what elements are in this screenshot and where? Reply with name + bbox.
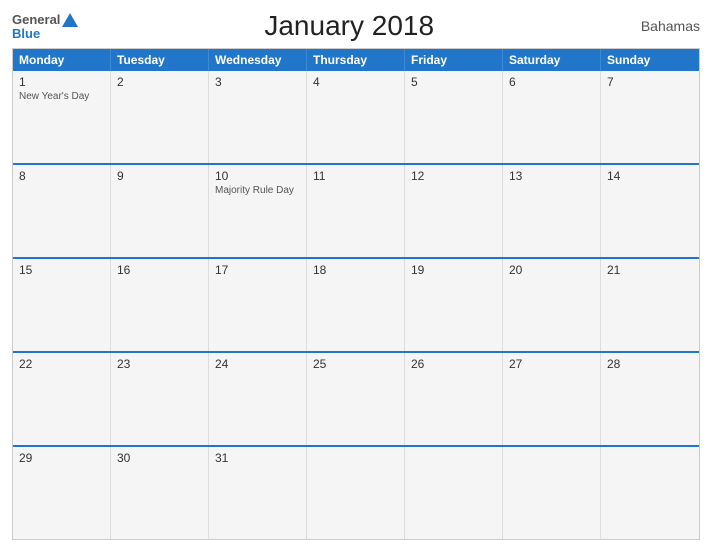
day-header-thursday: Thursday xyxy=(307,49,405,71)
day-number: 29 xyxy=(19,451,104,465)
day-number: 23 xyxy=(117,357,202,371)
day-number: 17 xyxy=(215,263,300,277)
day-cell: 12 xyxy=(405,165,503,257)
day-number: 8 xyxy=(19,169,104,183)
day-header-monday: Monday xyxy=(13,49,111,71)
day-number: 3 xyxy=(215,75,300,89)
logo: General Blue xyxy=(12,13,78,40)
day-cell: 26 xyxy=(405,353,503,445)
logo-triangle-icon xyxy=(62,13,78,27)
day-number: 1 xyxy=(19,75,104,89)
day-headers-row: MondayTuesdayWednesdayThursdayFridaySatu… xyxy=(13,49,699,71)
day-cell xyxy=(405,447,503,539)
day-cell: 9 xyxy=(111,165,209,257)
day-cell: 4 xyxy=(307,71,405,163)
day-cell: 25 xyxy=(307,353,405,445)
day-cell: 29 xyxy=(13,447,111,539)
day-number: 5 xyxy=(411,75,496,89)
day-cell: 18 xyxy=(307,259,405,351)
country-label: Bahamas xyxy=(620,18,700,34)
day-cell: 28 xyxy=(601,353,699,445)
day-cell: 19 xyxy=(405,259,503,351)
week-row-1: 1 New Year's Day 234567 xyxy=(13,71,699,163)
day-number: 28 xyxy=(607,357,693,371)
day-cell xyxy=(601,447,699,539)
day-cell: 31 xyxy=(209,447,307,539)
day-number: 2 xyxy=(117,75,202,89)
day-cell: 6 xyxy=(503,71,601,163)
day-header-saturday: Saturday xyxy=(503,49,601,71)
holiday-label: New Year's Day xyxy=(19,91,104,102)
day-number: 22 xyxy=(19,357,104,371)
weeks-container: 1New Year's Day2345678910Majority Rule D… xyxy=(13,71,699,539)
day-number: 18 xyxy=(313,263,398,277)
day-number: 19 xyxy=(411,263,496,277)
day-cell: 27 xyxy=(503,353,601,445)
day-cell: 13 xyxy=(503,165,601,257)
day-number: 11 xyxy=(313,169,398,183)
day-cell: 30 xyxy=(111,447,209,539)
day-cell: 11 xyxy=(307,165,405,257)
day-number: 31 xyxy=(215,451,300,465)
holiday-label: Majority Rule Day xyxy=(215,185,300,196)
day-cell: 22 xyxy=(13,353,111,445)
calendar-grid: MondayTuesdayWednesdayThursdayFridaySatu… xyxy=(12,48,700,540)
week-row-2: 89 10 Majority Rule Day 11 12 13 14 xyxy=(13,163,699,257)
day-number: 10 xyxy=(215,169,300,183)
day-header-tuesday: Tuesday xyxy=(111,49,209,71)
day-cell: 16 xyxy=(111,259,209,351)
day-cell xyxy=(307,447,405,539)
day-cell: 21 xyxy=(601,259,699,351)
day-number: 4 xyxy=(313,75,398,89)
day-number: 16 xyxy=(117,263,202,277)
day-cell: 15 xyxy=(13,259,111,351)
day-number: 7 xyxy=(607,75,693,89)
day-number: 21 xyxy=(607,263,693,277)
logo-blue-text: Blue xyxy=(12,27,78,40)
day-cell: 23 xyxy=(111,353,209,445)
day-number: 14 xyxy=(607,169,693,183)
week-row-5: 29 30 31 xyxy=(13,445,699,539)
day-number: 27 xyxy=(509,357,594,371)
day-header-wednesday: Wednesday xyxy=(209,49,307,71)
calendar-title: January 2018 xyxy=(78,10,620,42)
day-number: 15 xyxy=(19,263,104,277)
day-cell: 5 xyxy=(405,71,503,163)
day-number: 25 xyxy=(313,357,398,371)
day-cell: 8 xyxy=(13,165,111,257)
calendar-page: General Blue January 2018 Bahamas Monday… xyxy=(0,0,712,550)
logo-general-text: General xyxy=(12,13,60,26)
day-cell: 2 xyxy=(111,71,209,163)
day-cell xyxy=(503,447,601,539)
day-header-sunday: Sunday xyxy=(601,49,699,71)
day-number: 26 xyxy=(411,357,496,371)
day-number: 30 xyxy=(117,451,202,465)
day-cell: 17 xyxy=(209,259,307,351)
day-number: 13 xyxy=(509,169,594,183)
day-cell: 1 New Year's Day xyxy=(13,71,111,163)
week-row-4: 22 23 24 25 26 27 28 xyxy=(13,351,699,445)
day-number: 12 xyxy=(411,169,496,183)
day-number: 6 xyxy=(509,75,594,89)
week-row-3: 15 16 17 18 19 20 21 xyxy=(13,257,699,351)
day-cell: 14 xyxy=(601,165,699,257)
day-cell: 3 xyxy=(209,71,307,163)
day-cell: 7 xyxy=(601,71,699,163)
day-number: 24 xyxy=(215,357,300,371)
day-number: 20 xyxy=(509,263,594,277)
day-cell: 24 xyxy=(209,353,307,445)
calendar-header: General Blue January 2018 Bahamas xyxy=(12,10,700,42)
day-cell: 10 Majority Rule Day xyxy=(209,165,307,257)
day-cell: 20 xyxy=(503,259,601,351)
day-header-friday: Friday xyxy=(405,49,503,71)
day-number: 9 xyxy=(117,169,202,183)
